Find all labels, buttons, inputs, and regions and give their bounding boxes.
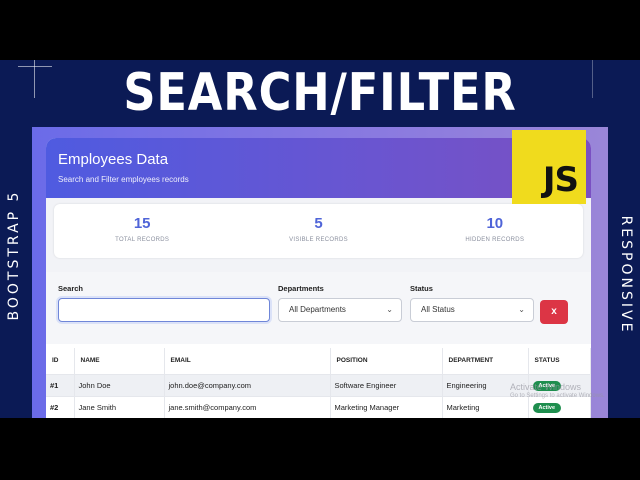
clear-filters-button[interactable]: x xyxy=(540,300,568,324)
page-subtitle: Search and Filter employees records xyxy=(58,175,189,184)
side-label-left: BOOTSTRAP 5 xyxy=(6,189,22,321)
column-header-id[interactable]: ID xyxy=(46,348,75,375)
letterbox-top xyxy=(0,0,640,60)
stats-panel: 15 TOTAL RECORDS 5 VISIBLE RECORDS 10 HI… xyxy=(54,204,583,258)
cell-position: Marketing Manager xyxy=(330,396,443,418)
stat-visible-records: 5 VISIBLE RECORDS xyxy=(230,204,406,258)
status-select[interactable]: All Status ⌄ xyxy=(410,298,534,322)
stats-section: 15 TOTAL RECORDS 5 VISIBLE RECORDS 10 HI… xyxy=(46,198,591,272)
side-label-right: RESPONSIVE xyxy=(618,215,634,335)
cell-status: Active xyxy=(528,396,591,418)
stat-hidden-records: 10 HIDDEN RECORDS xyxy=(407,204,583,258)
cell-department: Marketing xyxy=(442,396,529,418)
departments-select-value: All Departments xyxy=(289,305,346,314)
filters-section: Search Departments All Departments ⌄ Sta… xyxy=(46,272,591,344)
cell-email: jane.smith@company.com xyxy=(164,396,331,418)
stat-label: HIDDEN RECORDS xyxy=(465,237,525,243)
stat-value: 10 xyxy=(486,215,504,232)
letterbox-bottom xyxy=(0,418,640,480)
status-select-value: All Status xyxy=(421,305,455,314)
column-header-email[interactable]: EMAIL xyxy=(164,348,331,375)
table-row[interactable]: #1 John Doe john.doe@company.com Softwar… xyxy=(46,374,591,397)
cell-name: John Doe xyxy=(74,374,165,397)
javascript-logo: JS xyxy=(512,130,586,204)
javascript-logo-text: JS xyxy=(542,160,579,200)
cell-position: Software Engineer xyxy=(330,374,443,397)
column-header-status[interactable]: STATUS xyxy=(528,348,591,375)
departments-select[interactable]: All Departments ⌄ xyxy=(278,298,402,322)
search-input[interactable] xyxy=(58,298,270,322)
employees-card: Employees Data Search and Filter employe… xyxy=(46,138,591,418)
page-title: Employees Data xyxy=(58,151,169,168)
stat-total-records: 15 TOTAL RECORDS xyxy=(54,204,230,258)
card-header: Employees Data Search and Filter employe… xyxy=(46,138,591,198)
search-label: Search xyxy=(58,284,84,293)
stat-label: VISIBLE RECORDS xyxy=(289,237,348,243)
cell-id: #2 xyxy=(46,396,75,418)
cell-email: john.doe@company.com xyxy=(164,374,331,397)
windows-watermark-subtext: Go to Settings to activate Windows. xyxy=(510,393,605,399)
cell-name: Jane Smith xyxy=(74,396,165,418)
table-row[interactable]: #2 Jane Smith jane.smith@company.com Mar… xyxy=(46,396,591,418)
stat-value: 15 xyxy=(133,215,151,232)
departments-label: Departments xyxy=(278,284,324,293)
column-header-department[interactable]: DEPARTMENT xyxy=(442,348,529,375)
stat-value: 5 xyxy=(314,215,323,232)
status-label: Status xyxy=(410,284,433,293)
cell-id: #1 xyxy=(46,374,75,397)
windows-watermark: Activate Windows xyxy=(510,382,582,392)
table-header-row: ID NAME EMAIL POSITION DEPARTMENT STATUS xyxy=(46,348,591,375)
chevron-down-icon: ⌄ xyxy=(518,305,525,314)
column-header-position[interactable]: POSITION xyxy=(330,348,443,375)
column-header-name[interactable]: NAME xyxy=(74,348,165,375)
stat-label: TOTAL RECORDS xyxy=(115,237,170,243)
status-badge: Active xyxy=(532,402,562,413)
chevron-down-icon: ⌄ xyxy=(386,305,393,314)
decorative-line xyxy=(34,60,35,98)
